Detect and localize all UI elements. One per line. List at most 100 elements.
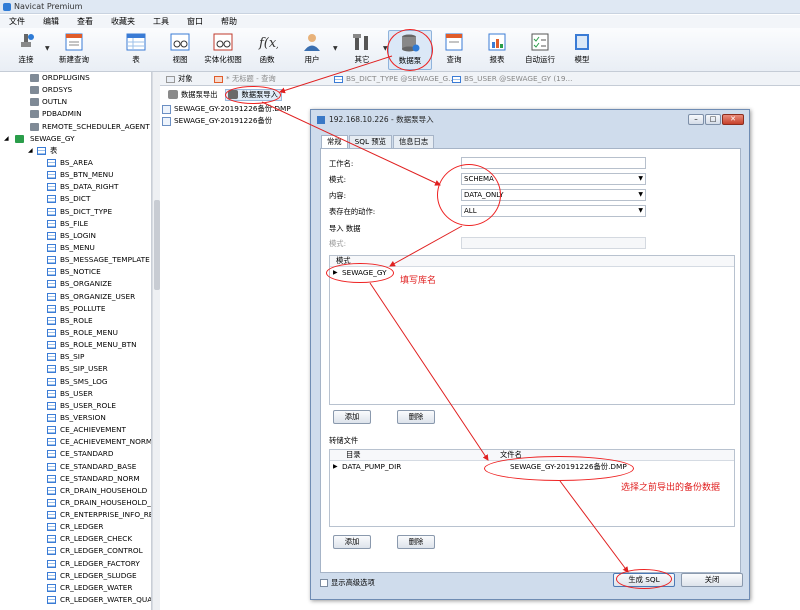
tree-table-item[interactable]: BS_USER — [0, 388, 151, 400]
materialized-view-button[interactable]: 实体化视图 — [201, 30, 245, 70]
report-button[interactable]: 报表 — [475, 30, 519, 70]
tree-table-item[interactable]: BS_NOTICE — [0, 266, 151, 278]
view-button[interactable]: 视图 — [158, 30, 202, 70]
tree-table-item[interactable]: CR_LEDGER_FACTORY — [0, 558, 151, 570]
tree-table-item[interactable]: BS_MESSAGE_TEMPLATE — [0, 254, 151, 266]
tree-table-item[interactable]: BS_AREA — [0, 157, 151, 169]
file-item[interactable]: SEWAGE_GY-20191226备份 — [162, 115, 291, 127]
menu-tools[interactable]: 工具 — [144, 15, 178, 28]
tree-table-item[interactable]: BS_LOGIN — [0, 230, 151, 242]
tree-schema-item[interactable]: ORDPLUGINS — [0, 72, 151, 84]
tree-table-item[interactable]: CR_LEDGER_CHECK — [0, 533, 151, 545]
tree-table-item[interactable]: CE_STANDARD_NORM — [0, 473, 151, 485]
file-add-button[interactable]: 添加 — [333, 535, 371, 549]
tree-table-item[interactable]: BS_POLLUTE — [0, 303, 151, 315]
title-bar: Navicat Premium — [0, 0, 800, 14]
file-item[interactable]: SEWAGE_GY-20191226备份.DMP — [162, 103, 291, 115]
function-button[interactable]: f(x) 函数 — [245, 30, 289, 70]
tree-table-item[interactable]: CE_ACHIEVEMENT — [0, 424, 151, 436]
connect-dropdown-icon[interactable]: ▼ — [45, 45, 50, 52]
tree-schema-current[interactable]: ◢ SEWAGE_GY — [0, 133, 151, 145]
schema-icon — [30, 122, 39, 131]
tab-objects[interactable]: 对象 — [162, 73, 199, 86]
tree-table-item[interactable]: BS_DICT — [0, 193, 151, 205]
show-advanced-checkbox[interactable]: 显示高级选项 — [320, 578, 375, 588]
user-button[interactable]: 用户 — [290, 30, 334, 70]
new-query-button[interactable]: 新建查询 — [52, 30, 96, 70]
tree-table-item[interactable]: BS_FILE — [0, 218, 151, 230]
tree-schema-item[interactable]: ORDSYS — [0, 84, 151, 96]
model-button[interactable]: 模型 — [560, 30, 604, 70]
tree-table-item[interactable]: CR_LEDGER_WATER_QUAL — [0, 594, 151, 606]
datapump-export-button[interactable]: 数据泵导出 — [168, 89, 217, 100]
menu-favorites[interactable]: 收藏夹 — [102, 15, 144, 28]
checkbox-box[interactable] — [320, 579, 328, 587]
schema-add-button[interactable]: 添加 — [333, 410, 371, 424]
job-name-field[interactable] — [461, 157, 646, 169]
user-dropdown-icon[interactable]: ▼ — [333, 45, 338, 52]
tree-table-item[interactable]: CR_LEDGER_WATER — [0, 582, 151, 594]
tree-table-item[interactable]: BS_VERSION — [0, 412, 151, 424]
minimize-button[interactable]: – — [688, 114, 704, 125]
query-button[interactable]: 查询 — [432, 30, 476, 70]
tree-table-item[interactable]: BS_DATA_RIGHT — [0, 181, 151, 193]
tree-schema-item[interactable]: OUTLN — [0, 96, 151, 108]
tree-table-item[interactable]: BS_ROLE — [0, 315, 151, 327]
tree-table-item[interactable]: BS_USER_ROLE — [0, 400, 151, 412]
collapse-icon[interactable]: ◢ — [4, 133, 9, 145]
table-button[interactable]: 表 — [114, 30, 158, 70]
tree-schema-item[interactable]: REMOTE_SCHEDULER_AGENT — [0, 121, 151, 133]
tab-bs-dict-type[interactable]: BS_DICT_TYPE @SEWAGE_G... — [330, 73, 461, 86]
tree-tables-folder[interactable]: ◢ 表 — [0, 145, 151, 157]
table-icon — [47, 462, 56, 471]
tree-table-item[interactable]: CR_LEDGER_SLUDGE — [0, 570, 151, 582]
tree-table-item[interactable]: BS_SMS_LOG — [0, 376, 151, 388]
menu-file[interactable]: 文件 — [0, 15, 34, 28]
tree-scrollbar[interactable] — [152, 72, 160, 610]
tab-untitled-query[interactable]: * 无标题 - 查询 — [210, 73, 282, 86]
tab-bs-user[interactable]: BS_USER @SEWAGE_GY (19... — [448, 73, 578, 86]
close-window-button[interactable]: ✕ — [722, 114, 744, 125]
tree-table-item[interactable]: CE_ACHIEVEMENT_NORM — [0, 436, 151, 448]
tree-table-item[interactable]: BS_ORGANIZE — [0, 278, 151, 290]
tree-table-item[interactable]: CE_STANDARD — [0, 448, 151, 460]
menu-view[interactable]: 查看 — [68, 15, 102, 28]
collapse-icon[interactable]: ◢ — [28, 145, 33, 157]
tree-table-item[interactable]: CR_DRAIN_HOUSEHOLD — [0, 485, 151, 497]
tree-table-item[interactable]: BS_SIP — [0, 351, 151, 363]
close-button[interactable]: 关闭 — [681, 573, 743, 587]
tree-scrollbar-thumb[interactable] — [154, 200, 160, 290]
tab-log[interactable]: 信息日志 — [392, 135, 435, 148]
connect-button[interactable]: 连接 — [4, 30, 48, 70]
table-icon — [47, 365, 56, 374]
tree-table-item[interactable]: BS_ROLE_MENU — [0, 327, 151, 339]
tree-table-item[interactable]: BS_ORGANIZE_USER — [0, 291, 151, 303]
tab-general[interactable]: 常规 — [321, 135, 348, 148]
automation-button[interactable]: 自动运行 — [518, 30, 562, 70]
table-icon — [47, 292, 56, 301]
schema-delete-button[interactable]: 删除 — [397, 410, 435, 424]
tree-table-item[interactable]: CR_ENTERPRISE_INFO_RE — [0, 509, 151, 521]
file-delete-button[interactable]: 删除 — [397, 535, 435, 549]
tree-table-item[interactable]: CR_LEDGER_CONTROL — [0, 545, 151, 557]
menu-window[interactable]: 窗口 — [178, 15, 212, 28]
tree-table-item[interactable]: CE_STANDARD_BASE — [0, 461, 151, 473]
tree-table-item[interactable]: BS_ROLE_MENU_BTN — [0, 339, 151, 351]
table-icon — [47, 195, 56, 204]
schema-label: 模式: — [329, 239, 347, 248]
menu-help[interactable]: 帮助 — [212, 15, 246, 28]
tree-table-item[interactable]: CR_LEDGER — [0, 521, 151, 533]
tree-schema-item[interactable]: PDBADMIN — [0, 108, 151, 120]
schema-grid-header: 模式 — [330, 256, 734, 267]
tree-table-item[interactable]: BS_BTN_MENU — [0, 169, 151, 181]
tree-table-item[interactable]: CR_DRAIN_HOUSEHOLD_A — [0, 497, 151, 509]
tree-table-item[interactable]: BS_DICT_TYPE — [0, 206, 151, 218]
tree-table-item[interactable]: BS_MENU — [0, 242, 151, 254]
schema-icon — [30, 98, 39, 107]
other-button[interactable]: 其它 — [340, 30, 384, 70]
tab-sql-preview[interactable]: SQL 预览 — [348, 135, 392, 148]
maximize-button[interactable]: □ — [705, 114, 721, 125]
table-icon — [47, 426, 56, 435]
tree-table-item[interactable]: BS_SIP_USER — [0, 363, 151, 375]
menu-edit[interactable]: 编辑 — [34, 15, 68, 28]
